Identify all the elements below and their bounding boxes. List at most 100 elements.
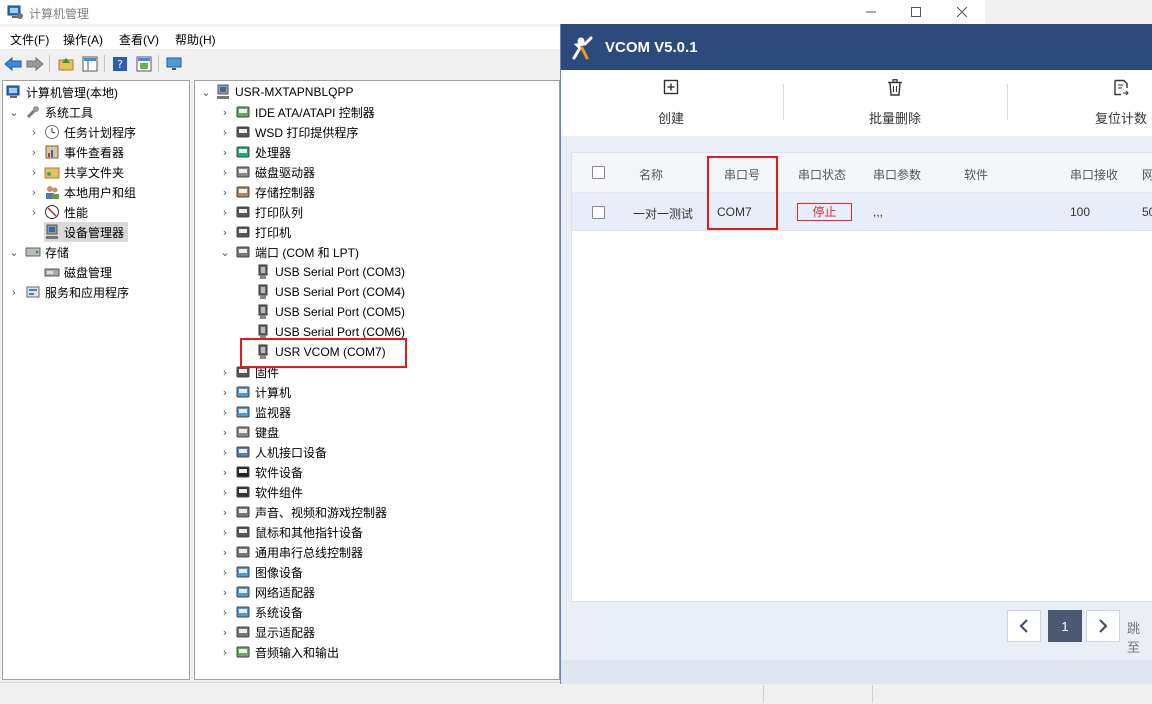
help-icon[interactable]: ? [110,54,130,74]
device-category[interactable]: 系统设备 [235,602,303,622]
chevron-right-icon[interactable]: › [220,362,230,382]
device-port-item[interactable]: USB Serial Port (COM4) [255,282,405,302]
page-1-button[interactable]: 1 [1048,610,1082,642]
device-category[interactable]: 端口 (COM 和 LPT) [235,242,359,262]
vcom-title: VCOM V5.0.1 [605,39,698,56]
device-category[interactable]: 通用串行总线控制器 [235,542,363,562]
chevron-right-icon[interactable]: › [220,162,230,182]
device-category[interactable]: 打印队列 [235,202,303,222]
row-checkbox[interactable] [592,206,605,219]
tree-storage[interactable]: 存储 [25,242,69,262]
chevron-right-icon[interactable]: › [29,202,39,222]
tree-local-users[interactable]: 本地用户和组 [44,182,136,202]
prev-page-button[interactable] [1007,610,1041,642]
device-category-label: 端口 (COM 和 LPT) [255,245,359,260]
chevron-right-icon[interactable]: › [29,122,39,142]
chevron-right-icon[interactable]: › [220,442,230,462]
chevron-down-icon[interactable]: ⌄ [9,242,19,262]
chevron-right-icon[interactable]: › [220,642,230,662]
chevron-right-icon[interactable]: › [220,422,230,442]
menu-help[interactable]: 帮助(H) [175,31,216,48]
tree-shared-folders[interactable]: 共享文件夹 [44,162,124,182]
device-category[interactable]: 鼠标和其他指针设备 [235,522,363,542]
tools-icon [25,104,41,120]
chevron-right-icon[interactable]: › [220,182,230,202]
tree-services[interactable]: 服务和应用程序 [25,282,129,302]
device-category[interactable]: 声音、视频和游戏控制器 [235,502,387,522]
chevron-right-icon[interactable]: › [220,462,230,482]
back-icon[interactable] [3,54,23,74]
device-category[interactable]: 软件组件 [235,482,303,502]
chevron-right-icon[interactable]: › [220,562,230,582]
reset-count-button[interactable]: 复位计数 [1061,76,1152,132]
chevron-right-icon[interactable]: › [220,142,230,162]
tree-disk-management[interactable]: 磁盘管理 [44,262,112,282]
device-category[interactable]: 音频输入和输出 [235,642,339,662]
device-category[interactable]: 图像设备 [235,562,303,582]
chevron-right-icon[interactable]: › [220,542,230,562]
highlight-box-port-column [707,156,778,230]
device-category[interactable]: 磁盘驱动器 [235,162,315,182]
device-category[interactable]: 计算机 [235,382,291,402]
batch-delete-button[interactable]: 批量删除 [835,76,955,132]
device-category[interactable]: 监视器 [235,402,291,422]
device-port-item[interactable]: USB Serial Port (COM3) [255,262,405,282]
monitor-icon[interactable] [164,54,184,74]
chevron-right-icon[interactable]: › [220,402,230,422]
chevron-down-icon[interactable]: ⌄ [9,102,19,122]
device-category[interactable]: 显示适配器 [235,622,315,642]
properties-icon[interactable] [134,54,154,74]
forward-icon[interactable] [25,54,45,74]
chevron-right-icon[interactable]: › [220,522,230,542]
device-category[interactable]: 人机接口设备 [235,442,327,462]
create-button[interactable]: 创建 [611,76,731,132]
tree-root[interactable]: 计算机管理(本地) [6,82,118,102]
device-category-label: 鼠标和其他指针设备 [255,525,364,540]
reset-count-label: 复位计数 [1094,111,1147,126]
next-page-button[interactable] [1086,610,1120,642]
device-category[interactable]: 键盘 [235,422,279,442]
chevron-right-icon[interactable]: › [220,582,230,602]
maximize-button[interactable] [893,0,939,24]
computer-management-icon [6,84,22,100]
device-category[interactable]: 网络适配器 [235,582,315,602]
device-category[interactable]: 存储控制器 [235,182,315,202]
tree-performance[interactable]: 性能 [44,202,88,222]
device-category[interactable]: WSD 打印提供程序 [235,122,358,142]
up-folder-icon[interactable] [56,54,76,74]
tree-system-tools[interactable]: 系统工具 [25,102,93,122]
chevron-right-icon[interactable]: › [220,502,230,522]
tree-task-scheduler[interactable]: 任务计划程序 [44,122,136,142]
chevron-right-icon[interactable]: › [29,182,39,202]
show-hide-tree-icon[interactable] [80,54,100,74]
chevron-down-icon[interactable]: ⌄ [220,242,230,262]
chevron-right-icon[interactable]: › [220,202,230,222]
device-category[interactable]: 处理器 [235,142,291,162]
chevron-right-icon[interactable]: › [220,222,230,242]
device-category[interactable]: 软件设备 [235,462,303,482]
menu-file[interactable]: 文件(F) [10,31,49,48]
chevron-right-icon[interactable]: › [220,382,230,402]
select-all-checkbox[interactable] [592,166,605,179]
table-row[interactable]: 一对一测试 COM7 停止 ,,, 100 50 [572,193,1152,231]
minimize-button[interactable] [848,0,894,24]
tree-computer-name[interactable]: USR-MXTAPNBLQPP [215,82,353,102]
chevron-right-icon[interactable]: › [29,142,39,162]
chevron-right-icon[interactable]: › [220,482,230,502]
chevron-right-icon[interactable]: › [220,622,230,642]
highlight-box-com7 [240,338,407,368]
tree-device-manager[interactable]: 设备管理器 [44,222,129,242]
close-button[interactable] [939,0,985,24]
tree-event-viewer[interactable]: 事件查看器 [44,142,124,162]
chevron-right-icon[interactable]: › [220,102,230,122]
menu-action[interactable]: 操作(A) [63,31,103,48]
chevron-right-icon[interactable]: › [220,122,230,142]
chevron-right-icon[interactable]: › [9,282,19,302]
device-category[interactable]: 打印机 [235,222,291,242]
device-category[interactable]: IDE ATA/ATAPI 控制器 [235,102,375,122]
device-port-item[interactable]: USB Serial Port (COM5) [255,302,405,322]
menu-view[interactable]: 查看(V) [119,31,159,48]
chevron-right-icon[interactable]: › [220,602,230,622]
chevron-down-icon[interactable]: ⌄ [201,82,211,102]
chevron-right-icon[interactable]: › [29,162,39,182]
